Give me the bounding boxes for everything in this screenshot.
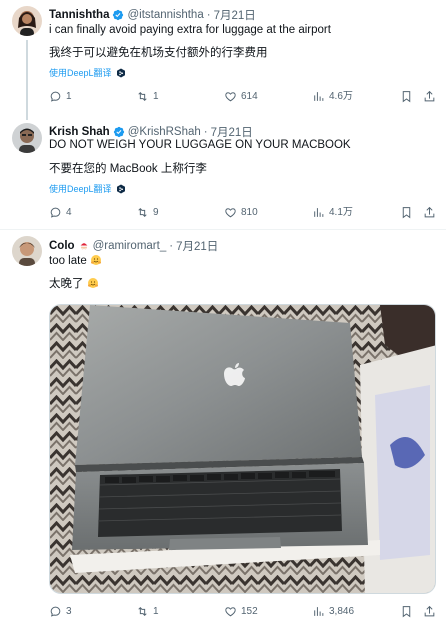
share-icon	[424, 206, 435, 218]
action-bar: 4 9 810 4.1万	[49, 206, 439, 222]
bookmark-button[interactable]	[400, 206, 417, 219]
verified-badge-icon	[113, 9, 124, 21]
reply-icon	[50, 91, 61, 102]
views-chart-icon	[314, 607, 324, 616]
avatar-image	[12, 236, 42, 266]
reply-button[interactable]: 1	[49, 90, 72, 103]
thread-line	[26, 40, 28, 120]
tweet-translation: 不要在您的 MacBook 上称行李	[49, 163, 207, 175]
tweet-text-row: too late	[49, 254, 102, 267]
heart-icon	[225, 92, 236, 102]
separator-dot: ·	[203, 126, 208, 138]
view-count: 4.6万	[329, 91, 353, 102]
tweet-translation-row: 太晚了	[49, 275, 99, 291]
share-icon	[424, 90, 435, 102]
translate-link[interactable]: 使用DeepL翻译	[49, 182, 126, 195]
heart-icon	[225, 607, 236, 617]
handle[interactable]: @KrishRShah	[128, 126, 201, 138]
like-count: 152	[241, 606, 258, 617]
view-count: 3,846	[329, 606, 355, 617]
timestamp[interactable]: 7月21日	[211, 124, 253, 140]
views-button[interactable]: 4.1万	[312, 206, 353, 219]
share-button[interactable]	[423, 206, 440, 219]
retweet-icon	[138, 607, 147, 616]
tweet-text: too late	[49, 255, 87, 267]
action-bar: 1 1 614 4.6万	[49, 90, 439, 106]
tweet-header: Krish Shah @KrishRShah · 7月21日	[49, 124, 253, 140]
display-name[interactable]: Krish Shah	[49, 126, 110, 138]
reply-icon	[50, 207, 61, 218]
reply-count: 4	[66, 207, 72, 218]
translate-label: 使用DeepL翻译	[49, 184, 112, 194]
display-name[interactable]: Colo	[49, 240, 75, 252]
share-button[interactable]	[423, 90, 440, 103]
bookmark-button[interactable]	[400, 605, 417, 618]
retweet-button[interactable]: 1	[136, 605, 159, 618]
timestamp[interactable]: 7月21日	[214, 7, 256, 23]
view-count: 4.1万	[329, 207, 353, 218]
views-chart-icon	[314, 208, 324, 217]
tweet-header: Colo @ramiromart_ · 7月21日	[49, 238, 218, 254]
tweet-1[interactable]: Tannishtha @itstannishtha · 7月21日 i can …	[0, 0, 446, 120]
share-icon	[424, 605, 435, 617]
like-count: 614	[241, 91, 258, 102]
translate-link[interactable]: 使用DeepL翻译	[49, 66, 126, 79]
avatar[interactable]	[12, 123, 42, 153]
handle[interactable]: @itstannishtha	[127, 9, 203, 21]
bookmark-button[interactable]	[400, 90, 417, 103]
tweet-text: i can finally avoid paying extra for lug…	[49, 24, 331, 36]
retweet-count: 9	[153, 207, 159, 218]
retweet-count: 1	[153, 91, 159, 102]
like-count: 810	[241, 207, 258, 218]
hugging-face-emoji-icon	[90, 255, 101, 265]
verified-badge-icon	[113, 126, 124, 138]
views-button[interactable]: 3,846	[312, 605, 354, 618]
deepl-icon	[116, 68, 125, 77]
views-button[interactable]: 4.6万	[312, 90, 353, 103]
tweet-translation: 我终于可以避免在机场支付额外的行李费用	[49, 47, 268, 59]
avatar-image	[12, 6, 42, 36]
bookmark-icon	[402, 91, 411, 103]
macbook-photo	[50, 305, 435, 593]
reply-button[interactable]: 4	[49, 206, 72, 219]
tweet-translation: 太晚了	[49, 278, 84, 290]
reply-count: 1	[66, 91, 72, 102]
tweet-photo[interactable]	[49, 304, 436, 594]
bookmark-icon	[402, 606, 411, 618]
share-button[interactable]	[423, 605, 440, 618]
action-bar: 3 1 152 3,846	[49, 605, 439, 621]
bookmark-icon	[402, 207, 411, 219]
retweet-icon	[138, 92, 147, 101]
timestamp[interactable]: 7月21日	[176, 238, 218, 254]
tweet-2[interactable]: Krish Shah @KrishRShah · 7月21日 DO NOT WE…	[0, 114, 446, 229]
reply-button[interactable]: 3	[49, 605, 72, 618]
deepl-icon	[116, 184, 125, 193]
like-button[interactable]: 152	[224, 605, 258, 618]
retweet-icon	[138, 208, 147, 217]
like-button[interactable]: 614	[224, 90, 258, 103]
avatar[interactable]	[12, 6, 42, 36]
retweet-count: 1	[153, 606, 159, 617]
santa-emoji-icon	[80, 242, 89, 250]
reply-icon	[50, 606, 61, 617]
retweet-button[interactable]: 1	[136, 90, 159, 103]
views-chart-icon	[314, 92, 324, 101]
retweet-button[interactable]: 9	[136, 206, 159, 219]
reply-count: 3	[66, 606, 72, 617]
translate-label: 使用DeepL翻译	[49, 68, 112, 78]
display-name[interactable]: Tannishtha	[49, 9, 109, 21]
tweet-header: Tannishtha @itstannishtha · 7月21日	[49, 7, 256, 23]
heart-icon	[225, 208, 236, 218]
handle[interactable]: @ramiromart_	[93, 240, 167, 252]
hugging-face-emoji-icon	[87, 278, 98, 288]
avatar-image	[12, 123, 42, 153]
separator-dot: ·	[206, 9, 211, 21]
tweet-text: DO NOT WEIGH YOUR LUGGAGE ON YOUR MACBOO…	[49, 139, 351, 151]
separator-dot: ·	[169, 240, 174, 252]
like-button[interactable]: 810	[224, 206, 258, 219]
avatar[interactable]	[12, 236, 42, 266]
